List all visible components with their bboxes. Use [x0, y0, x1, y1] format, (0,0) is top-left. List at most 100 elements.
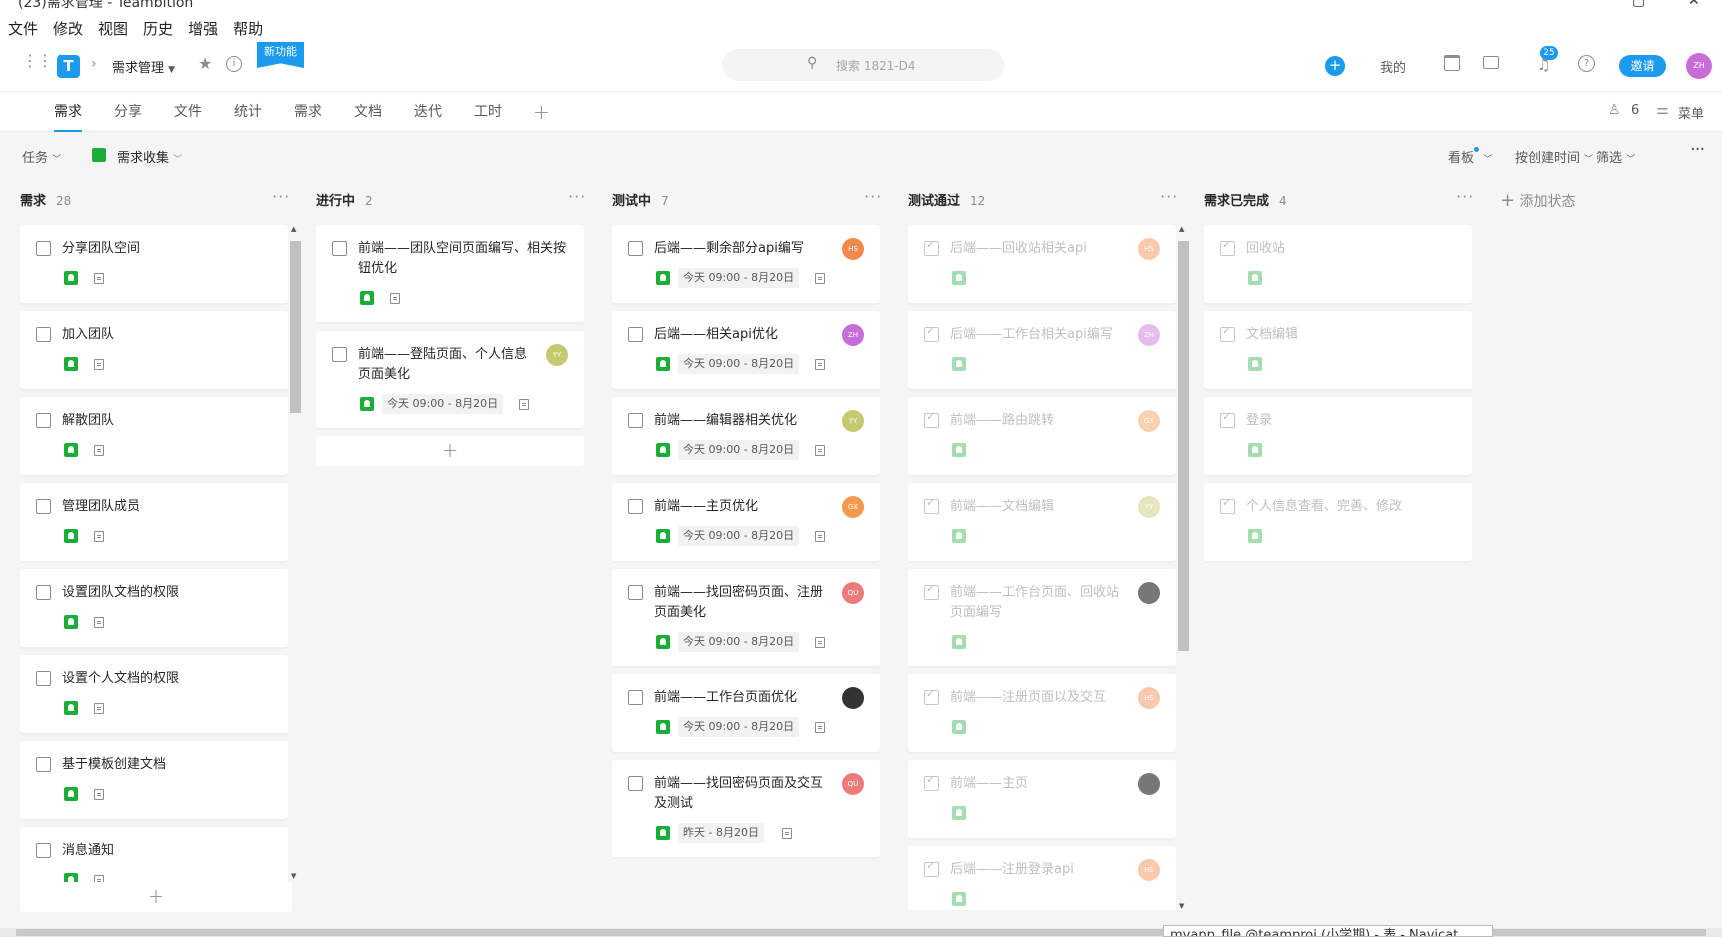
task-card[interactable]: 前端——主页优化 GX 今天 09:00 - 8月20日 [612, 483, 880, 561]
checkbox[interactable] [332, 347, 347, 362]
message-icon[interactable] [1483, 56, 1499, 69]
menu-history[interactable]: 历史 [143, 16, 173, 42]
assignee-avatar[interactable]: QU [842, 773, 864, 795]
members-icon[interactable]: ♙ [1608, 102, 1621, 118]
task-card[interactable]: 前端——路由跳转GX [908, 397, 1176, 475]
checkbox[interactable] [924, 410, 939, 428]
collection-selector[interactable]: 需求收集 ﹀ [117, 147, 182, 166]
checkbox[interactable] [36, 327, 51, 342]
tab-iterations[interactable]: 迭代 [414, 92, 442, 132]
menu-file[interactable]: 文件 [8, 16, 38, 42]
checkbox[interactable] [628, 327, 643, 342]
checkbox[interactable] [36, 671, 51, 686]
task-card[interactable]: 前端——团队空间页面编写、相关按钮优化 [316, 225, 584, 322]
task-card[interactable]: 后端——相关api优化 ZH 今天 09:00 - 8月20日 [612, 311, 880, 389]
add-icon[interactable]: + [1325, 56, 1345, 76]
checkbox[interactable] [924, 238, 939, 256]
column-scrollbar[interactable]: ▲ ▼ [289, 225, 301, 880]
checkbox[interactable] [628, 690, 643, 705]
task-card[interactable]: 文档编辑 [1204, 311, 1472, 389]
task-card[interactable]: 前端——找回密码页面及交互及测试 QU 昨天 - 8月20日 [612, 760, 880, 857]
task-card[interactable]: 前端——工作台页面优化 今天 09:00 - 8月20日 [612, 674, 880, 752]
task-card[interactable]: 后端——注册登录apiHS [908, 846, 1176, 910]
column-more-icon[interactable]: ··· [1160, 189, 1178, 205]
checkbox[interactable] [332, 241, 347, 256]
task-card[interactable]: 解散团队 [20, 397, 288, 475]
close-icon[interactable]: ✕ [1688, 0, 1700, 9]
assignee-avatar[interactable]: GX [1138, 410, 1160, 432]
view-selector[interactable]: 看板 ﹀ [1448, 147, 1492, 166]
task-card[interactable]: 分享团队空间 [20, 225, 288, 303]
task-card[interactable]: 前端——工作台页面、回收站页面编写 [908, 569, 1176, 666]
star-icon[interactable]: ★ [198, 54, 212, 73]
menu-help[interactable]: 帮助 [233, 16, 263, 42]
task-card[interactable]: 登录 [1204, 397, 1472, 475]
task-card[interactable]: 前端——文档编辑YY [908, 483, 1176, 561]
task-card[interactable]: 加入团队 [20, 311, 288, 389]
tab-requirements[interactable]: 需求 [54, 92, 82, 132]
tab-share[interactable]: 分享 [114, 92, 142, 132]
task-card[interactable]: 回收站 [1204, 225, 1472, 303]
assignee-avatar[interactable]: ZH [842, 324, 864, 346]
checkbox[interactable] [924, 496, 939, 514]
add-tab-icon[interactable]: + [533, 92, 550, 132]
checkbox[interactable] [36, 585, 51, 600]
task-card[interactable]: 后端——工作台相关api编写ZH [908, 311, 1176, 389]
members-count[interactable]: 6 [1631, 103, 1639, 118]
assignee-avatar[interactable]: HS [842, 238, 864, 260]
assignee-avatar[interactable] [842, 687, 864, 709]
task-card[interactable]: 前端——编辑器相关优化 YY 今天 09:00 - 8月20日 [612, 397, 880, 475]
add-task-button[interactable]: + [316, 436, 584, 466]
tab-requirements-2[interactable]: 需求 [294, 92, 322, 132]
column-more-icon[interactable]: ··· [864, 189, 882, 205]
mine-button[interactable]: 我的 [1380, 57, 1406, 76]
checkbox[interactable] [1220, 410, 1235, 428]
task-type-selector[interactable]: 任务 ﹀ [22, 147, 61, 166]
column-more-icon[interactable]: ··· [272, 189, 290, 205]
checkbox[interactable] [628, 241, 643, 256]
task-card[interactable]: 前端——注册页面以及交互HS [908, 674, 1176, 752]
checkbox[interactable] [924, 582, 939, 600]
assignee-avatar[interactable] [1138, 773, 1160, 795]
add-status-button[interactable]: + 添加状态 [1500, 190, 1576, 212]
task-card[interactable]: 设置个人文档的权限 [20, 655, 288, 733]
checkbox[interactable] [36, 843, 51, 858]
teambition-logo-icon[interactable]: T [57, 55, 80, 78]
checkbox[interactable] [628, 499, 643, 514]
checkbox[interactable] [36, 241, 51, 256]
info-icon[interactable]: i [226, 56, 242, 72]
task-card[interactable]: 前端——登陆页面、个人信息页面美化 YY 今天 09:00 - 8月20日 [316, 331, 584, 428]
assignee-avatar[interactable] [1138, 582, 1160, 604]
menu-edit[interactable]: 修改 [53, 16, 83, 42]
menu-enhance[interactable]: 增强 [188, 16, 218, 42]
task-card[interactable]: 设置团队文档的权限 [20, 569, 288, 647]
checkbox[interactable] [1220, 496, 1235, 514]
checkbox[interactable] [36, 757, 51, 772]
task-card[interactable]: 后端——剩余部分api编写 HS 今天 09:00 - 8月20日 [612, 225, 880, 303]
checkbox[interactable] [628, 776, 643, 791]
more-icon[interactable]: ··· [1690, 139, 1705, 160]
filter-selector[interactable]: 筛选 ﹀ [1596, 147, 1635, 166]
task-card[interactable]: 管理团队成员 [20, 483, 288, 561]
user-avatar[interactable]: ZH [1686, 53, 1712, 79]
task-card[interactable]: 个人信息查看、完善、修改 [1204, 483, 1472, 561]
search-box[interactable]: ⚲ 搜索 1821-D4 [722, 49, 1004, 81]
checkbox[interactable] [1220, 324, 1235, 342]
assignee-avatar[interactable]: GX [842, 496, 864, 518]
minimize-icon[interactable]: ▢ [1632, 0, 1645, 9]
assignee-avatar[interactable]: HS [1138, 238, 1160, 260]
checkbox[interactable] [1220, 238, 1235, 256]
column-more-icon[interactable]: ··· [568, 189, 586, 205]
checkbox[interactable] [924, 324, 939, 342]
task-card[interactable]: 前端——主页 [908, 760, 1176, 838]
tab-worktime[interactable]: 工时 [474, 92, 502, 132]
column-more-icon[interactable]: ··· [1456, 189, 1474, 205]
tab-stats[interactable]: 统计 [234, 92, 262, 132]
checkbox[interactable] [924, 687, 939, 705]
checkbox[interactable] [36, 499, 51, 514]
tab-docs[interactable]: 文档 [354, 92, 382, 132]
menu-sliders-icon[interactable]: ⚌ [1656, 102, 1669, 118]
assignee-avatar[interactable]: HS [1138, 859, 1160, 881]
invite-button[interactable]: 邀请 [1619, 55, 1666, 77]
assignee-avatar[interactable]: YY [546, 344, 568, 366]
